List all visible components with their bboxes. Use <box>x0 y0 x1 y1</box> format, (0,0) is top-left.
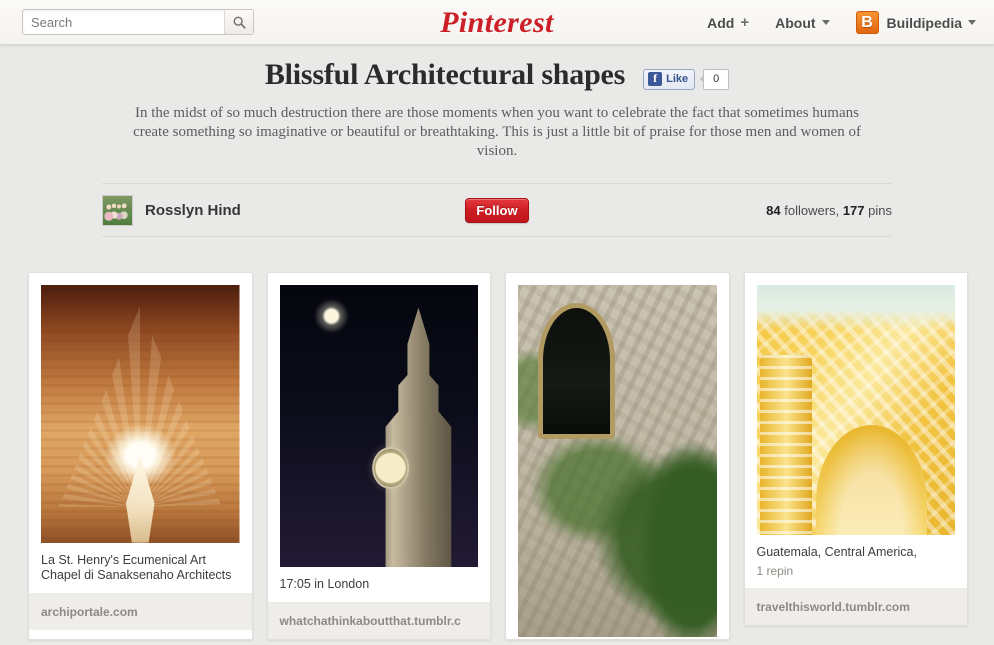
facebook-like-count: 0 <box>703 68 730 90</box>
pin-title: 17:05 in London <box>279 577 370 591</box>
big-ben-at-night-image[interactable] <box>279 285 478 567</box>
nav-account-label: Buildipedia <box>886 14 962 31</box>
nav-about[interactable]: About <box>775 14 830 31</box>
nav-add[interactable]: Add + <box>707 14 749 31</box>
pin-card[interactable]: 17:05 in London whatchathinkaboutthat.tu… <box>266 272 491 640</box>
pins-count: 177 <box>842 202 865 218</box>
facebook-like-count-wrap: 0 <box>700 68 730 90</box>
facebook-like-widget: f Like 0 <box>643 68 730 90</box>
wooden-chapel-interior-image[interactable] <box>41 285 240 543</box>
follow-button[interactable]: Follow <box>465 197 529 223</box>
facebook-icon: f <box>648 72 663 86</box>
search-button[interactable] <box>224 10 253 34</box>
nav-account[interactable]: B Buildipedia <box>855 11 976 34</box>
pin-source-link[interactable]: travelthisworld.tumblr.com <box>744 588 967 625</box>
nav-add-label: Add <box>707 14 735 31</box>
pinterest-logo-text[interactable]: Pinterest <box>440 6 554 39</box>
board-owner-row: Rosslyn Hind Follow 84 followers, 177 pi… <box>102 183 892 237</box>
followers-count: 84 <box>766 202 781 218</box>
chevron-down-icon <box>968 20 976 25</box>
nav-about-label: About <box>775 14 816 31</box>
page-title: Blissful Architectural shapes <box>264 58 626 91</box>
pin-repin-count: 1 repin <box>756 564 794 578</box>
search-box[interactable] <box>22 9 254 35</box>
top-navigation-bar: Pinterest Add + About B Buildipedia <box>0 0 994 45</box>
ivy-covered-stone-tower-image[interactable] <box>518 285 717 637</box>
search-icon <box>233 16 246 29</box>
board-stats: 84 followers, 177 pins <box>766 203 892 218</box>
board-title-row: Blissful Architectural shapes f Like 0 <box>0 58 994 92</box>
pin-card[interactable]: Guatemala, Central America, 1 repin trav… <box>743 272 968 626</box>
pin-source-link[interactable]: whatchathinkaboutthat.tumblr.c <box>267 602 490 639</box>
search-input[interactable] <box>23 10 224 34</box>
board-header: Blissful Architectural shapes f Like 0 I… <box>0 45 994 237</box>
pin-card[interactable] <box>505 272 730 640</box>
board-owner-name[interactable]: Rosslyn Hind <box>145 202 241 219</box>
pin-card[interactable]: La St. Henry's Ecumenical Art Chapel di … <box>28 272 253 640</box>
chevron-down-icon <box>821 20 830 25</box>
yellow-baroque-facade-image[interactable] <box>756 285 955 535</box>
pin-source-link[interactable]: archiportale.com <box>29 593 252 630</box>
board-description: In the midst of so much destruction ther… <box>133 105 861 159</box>
buildipedia-logo-icon: B <box>855 11 879 34</box>
plus-icon: + <box>740 14 750 31</box>
facebook-like-label: Like <box>666 73 689 85</box>
facebook-like-button[interactable]: f Like <box>643 68 696 90</box>
pins-label: pins <box>868 202 892 218</box>
avatar[interactable] <box>102 194 133 226</box>
followers-label: followers, <box>784 202 840 218</box>
header-nav: Add + About B Buildipedia <box>707 0 976 45</box>
pin-grid: La St. Henry's Ecumenical Art Chapel di … <box>28 272 968 640</box>
pin-title: La St. Henry's Ecumenical Art Chapel di … <box>41 553 232 582</box>
